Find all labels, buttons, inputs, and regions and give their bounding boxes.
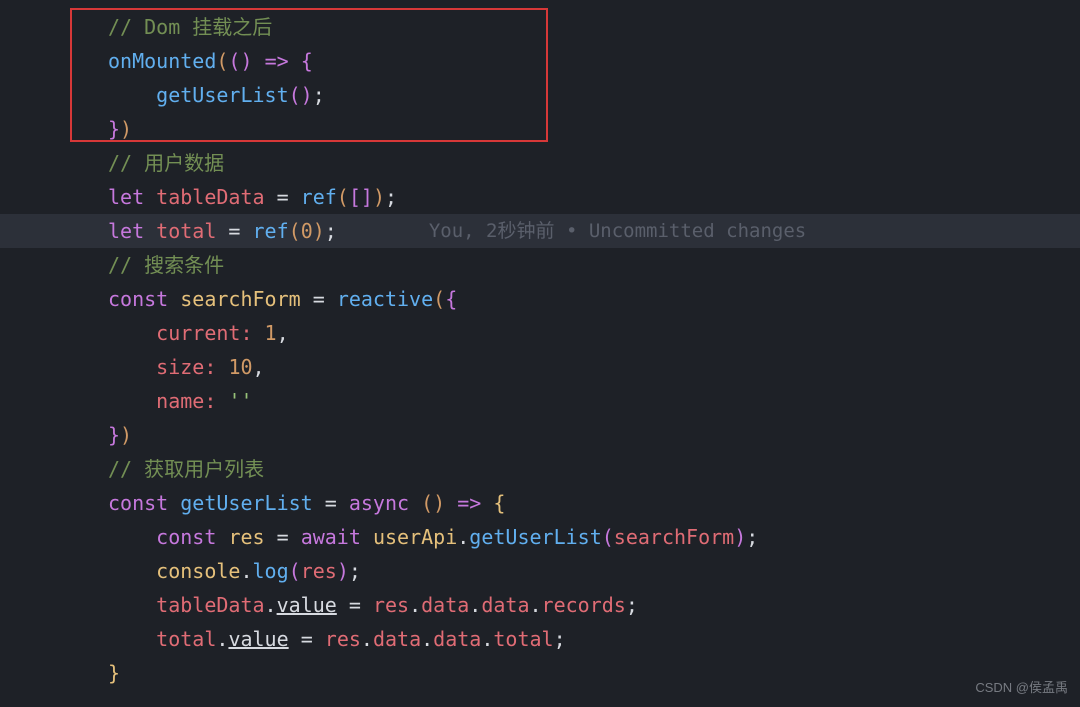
keyword: let bbox=[108, 180, 144, 214]
object: userApi bbox=[373, 520, 457, 554]
property: value bbox=[228, 622, 288, 656]
variable: res bbox=[228, 520, 264, 554]
keyword: const bbox=[156, 520, 216, 554]
property: data bbox=[421, 588, 469, 622]
code-line[interactable]: let tableData = ref([]); bbox=[0, 180, 1080, 214]
number: 1 bbox=[265, 316, 277, 350]
arrow: => bbox=[265, 44, 289, 78]
code-line[interactable]: }) bbox=[0, 418, 1080, 452]
comment: // Dom 挂载之后 bbox=[108, 10, 272, 44]
comment: // 获取用户列表 bbox=[108, 452, 264, 486]
property: data bbox=[373, 622, 421, 656]
keyword: async bbox=[349, 486, 409, 520]
variable: getUserList bbox=[180, 486, 312, 520]
property: value bbox=[277, 588, 337, 622]
property: data bbox=[481, 588, 529, 622]
code-line[interactable]: // 搜索条件 bbox=[0, 248, 1080, 282]
variable: total bbox=[156, 622, 216, 656]
variable: res bbox=[373, 588, 409, 622]
code-line[interactable]: // 用户数据 bbox=[0, 146, 1080, 180]
variable: total bbox=[156, 214, 216, 248]
variable: searchForm bbox=[180, 282, 300, 316]
code-line[interactable]: tableData.value = res.data.data.records; bbox=[0, 588, 1080, 622]
comment: // 搜索条件 bbox=[108, 248, 224, 282]
code-line[interactable]: size: 10, bbox=[0, 350, 1080, 384]
code-line[interactable]: const res = await userApi.getUserList(se… bbox=[0, 520, 1080, 554]
code-line[interactable]: }) bbox=[0, 112, 1080, 146]
property: data bbox=[433, 622, 481, 656]
keyword: let bbox=[108, 214, 144, 248]
keyword: await bbox=[301, 520, 361, 554]
code-line[interactable]: const getUserList = async () => { bbox=[0, 486, 1080, 520]
keyword: const bbox=[108, 282, 168, 316]
method: getUserList bbox=[469, 520, 601, 554]
number: 10 bbox=[228, 350, 252, 384]
string: '' bbox=[228, 384, 252, 418]
code-line[interactable]: getUserList(); bbox=[0, 78, 1080, 112]
code-line[interactable]: console.log(res); bbox=[0, 554, 1080, 588]
code-line[interactable]: // 获取用户列表 bbox=[0, 452, 1080, 486]
code-line[interactable]: name: '' bbox=[0, 384, 1080, 418]
func-call: ref bbox=[253, 214, 289, 248]
keyword: const bbox=[108, 486, 168, 520]
variable: tableData bbox=[156, 180, 264, 214]
code-line[interactable]: current: 1, bbox=[0, 316, 1080, 350]
number: 0 bbox=[301, 214, 313, 248]
variable: tableData bbox=[156, 588, 264, 622]
func-call: reactive bbox=[337, 282, 433, 316]
method: log bbox=[253, 554, 289, 588]
code-line[interactable]: } bbox=[0, 656, 1080, 690]
code-line[interactable]: onMounted(() => { bbox=[0, 44, 1080, 78]
object: console bbox=[156, 554, 240, 588]
property: total bbox=[493, 622, 553, 656]
gitlens-annotation: You, 2秒钟前 • Uncommitted changes bbox=[429, 215, 806, 247]
code-editor[interactable]: // Dom 挂载之后 onMounted(() => { getUserLis… bbox=[0, 0, 1080, 690]
code-line[interactable]: total.value = res.data.data.total; bbox=[0, 622, 1080, 656]
code-line[interactable]: // Dom 挂载之后 bbox=[0, 10, 1080, 44]
property: size: bbox=[156, 350, 216, 384]
property: records bbox=[542, 588, 626, 622]
comment: // 用户数据 bbox=[108, 146, 224, 180]
code-line[interactable]: const searchForm = reactive({ bbox=[0, 282, 1080, 316]
func-call: onMounted bbox=[108, 44, 216, 78]
watermark: CSDN @侯孟禹 bbox=[975, 677, 1068, 699]
code-line-active[interactable]: let total = ref(0);You, 2秒钟前 • Uncommitt… bbox=[0, 214, 1080, 248]
arrow: => bbox=[457, 486, 481, 520]
func-call: ref bbox=[301, 180, 337, 214]
property: current: bbox=[156, 316, 252, 350]
func-call: getUserList bbox=[156, 78, 288, 112]
property: name: bbox=[156, 384, 216, 418]
argument: searchForm bbox=[614, 520, 734, 554]
variable: res bbox=[325, 622, 361, 656]
argument: res bbox=[301, 554, 337, 588]
